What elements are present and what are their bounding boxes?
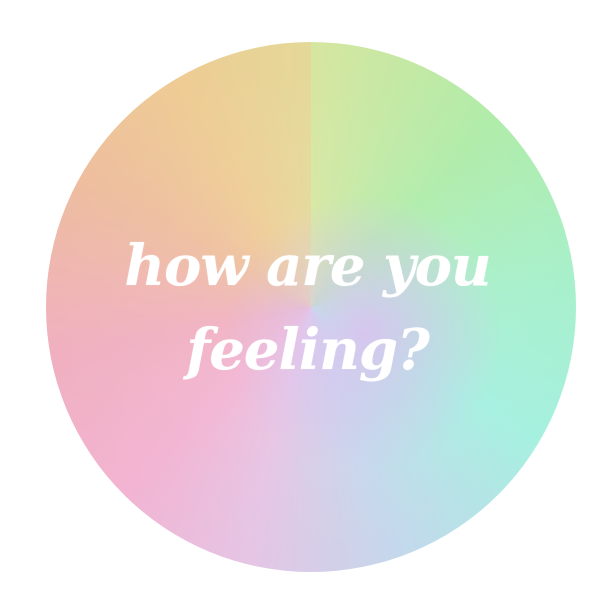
headline-line-2: feeling? bbox=[186, 317, 430, 383]
canvas: how are you feeling? bbox=[0, 0, 615, 616]
gradient-circle bbox=[46, 42, 576, 572]
headline-line-1: how are you bbox=[124, 233, 491, 299]
